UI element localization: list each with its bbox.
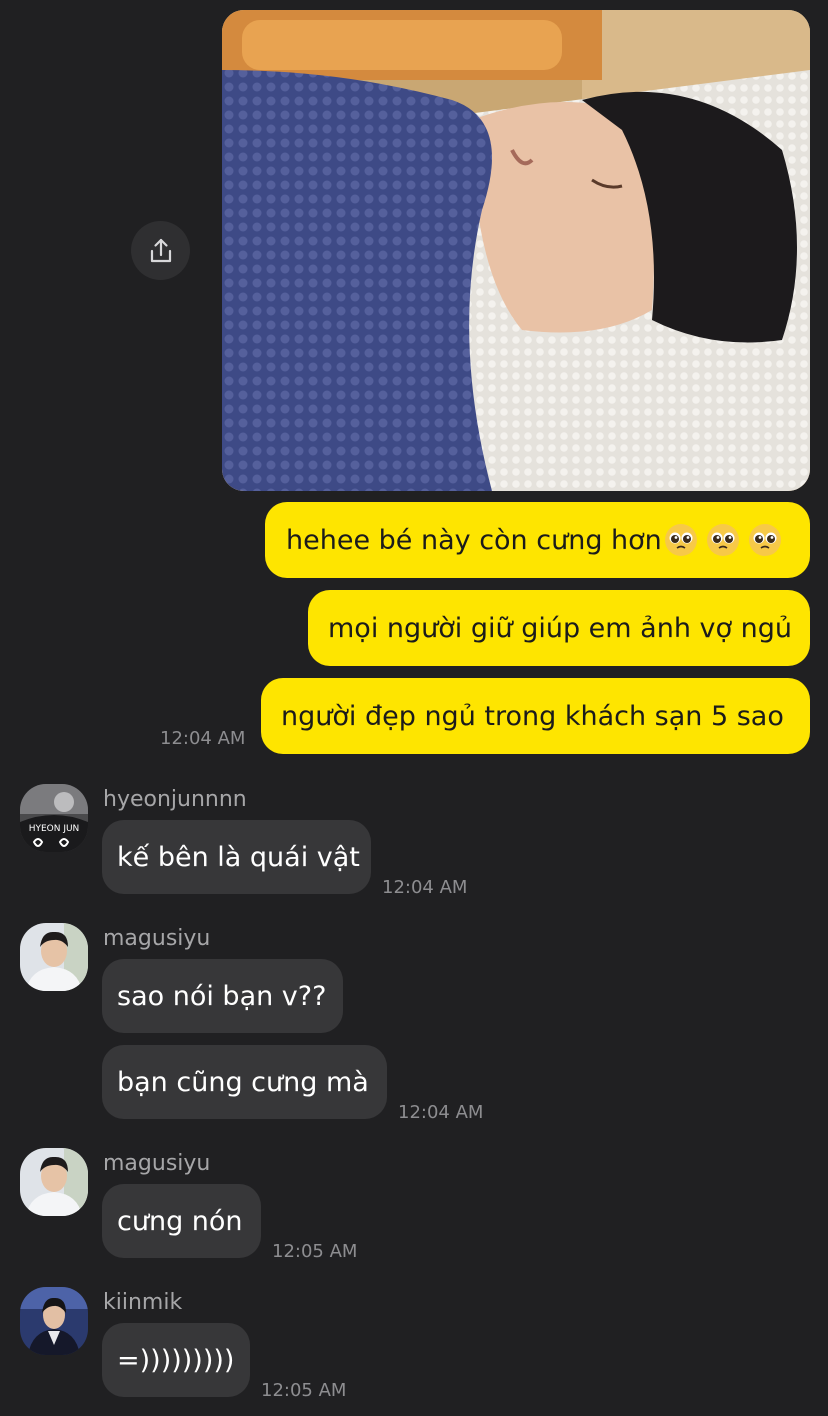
incoming-message[interactable]: =))))))))) <box>102 1323 250 1397</box>
sender-name: magusiyu <box>103 926 211 951</box>
pleading-face-emoji <box>748 524 781 556</box>
message-text: hehee bé này còn cưng hơn <box>286 524 662 556</box>
incoming-message[interactable]: kế bên là quái vật <box>102 820 371 894</box>
avatar-image <box>20 923 88 991</box>
outgoing-message[interactable]: người đẹp ngủ trong khách sạn 5 sao <box>261 678 810 754</box>
message-timestamp: 12:05 AM <box>261 1380 347 1401</box>
incoming-message[interactable]: bạn cũng cưng mà <box>102 1045 387 1119</box>
incoming-message[interactable]: sao nói bạn v?? <box>102 959 343 1033</box>
outgoing-message[interactable]: mọi người giữ giúp em ảnh vợ ngủ <box>308 590 810 666</box>
pleading-face-emoji <box>706 524 739 556</box>
message-text: cưng nón <box>117 1205 243 1237</box>
message-timestamp: 12:05 AM <box>272 1241 358 1262</box>
share-button[interactable] <box>131 221 190 280</box>
message-timestamp: 12:04 AM <box>398 1102 484 1123</box>
avatar-kiinmik[interactable] <box>20 1287 88 1355</box>
sender-name: hyeonjunnnn <box>103 787 247 812</box>
photo-sleeping-person <box>222 10 810 491</box>
avatar-magusiyu[interactable] <box>20 923 88 991</box>
incoming-message[interactable]: cưng nón <box>102 1184 261 1258</box>
message-text: người đẹp ngủ trong khách sạn 5 sao <box>281 700 784 732</box>
pleading-face-emoji <box>664 524 697 556</box>
avatar-image <box>20 1287 88 1355</box>
sender-name: magusiyu <box>103 1151 211 1176</box>
message-text: kế bên là quái vật <box>117 841 360 873</box>
shared-photo[interactable] <box>222 10 810 491</box>
avatar-jersey-text: HYEON JUN <box>29 824 80 834</box>
avatar-image <box>20 1148 88 1216</box>
message-timestamp: 12:04 AM <box>160 728 246 749</box>
sender-name: kiinmik <box>103 1290 183 1315</box>
share-icon <box>150 238 171 262</box>
message-text: sao nói bạn v?? <box>117 980 327 1012</box>
message-timestamp: 12:04 AM <box>382 877 468 898</box>
outgoing-message[interactable]: hehee bé này còn cưng hơn <box>265 502 810 578</box>
message-text: bạn cũng cưng mà <box>117 1066 369 1098</box>
emoji-row <box>662 523 782 557</box>
avatar-magusiyu[interactable] <box>20 1148 88 1216</box>
avatar-hyeonjunnnn[interactable]: HYEON JUN <box>20 784 88 852</box>
avatar-image: HYEON JUN <box>20 784 88 852</box>
message-text: =))))))))) <box>117 1344 235 1376</box>
message-text: mọi người giữ giúp em ảnh vợ ngủ <box>328 612 792 644</box>
